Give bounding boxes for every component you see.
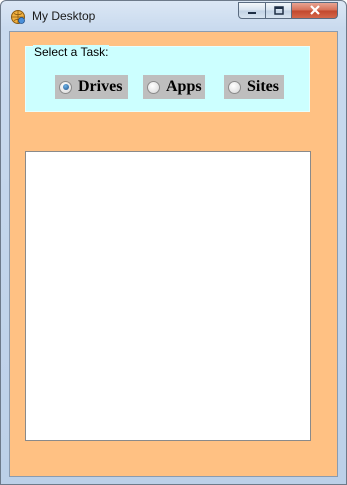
radio-drives-label: Drives [78,78,123,95]
title-bar[interactable]: My Desktop [1,1,346,31]
task-group-title: Select a Task: [33,45,110,59]
radio-apps-label: Apps [166,78,202,95]
radio-button-icon [147,80,160,94]
minimize-button[interactable] [238,2,266,19]
window-title: My Desktop [32,9,96,23]
radio-button-icon [59,80,72,94]
radio-apps[interactable]: Apps [143,75,205,99]
app-window: My Desktop Select a Task: Drives Apps Si… [0,0,347,485]
maximize-button[interactable] [265,2,292,19]
maximize-icon [273,2,284,20]
close-button[interactable] [291,2,338,19]
radio-sites-label: Sites [247,78,279,95]
client-area: Select a Task: Drives Apps Sites [9,31,338,477]
radio-drives[interactable]: Drives [55,75,128,99]
app-globe-icon [10,9,26,25]
radio-sites[interactable]: Sites [224,75,284,99]
minimize-icon [247,2,257,20]
content-panel[interactable] [25,151,311,441]
close-icon [309,2,321,20]
radio-button-icon [228,80,241,94]
